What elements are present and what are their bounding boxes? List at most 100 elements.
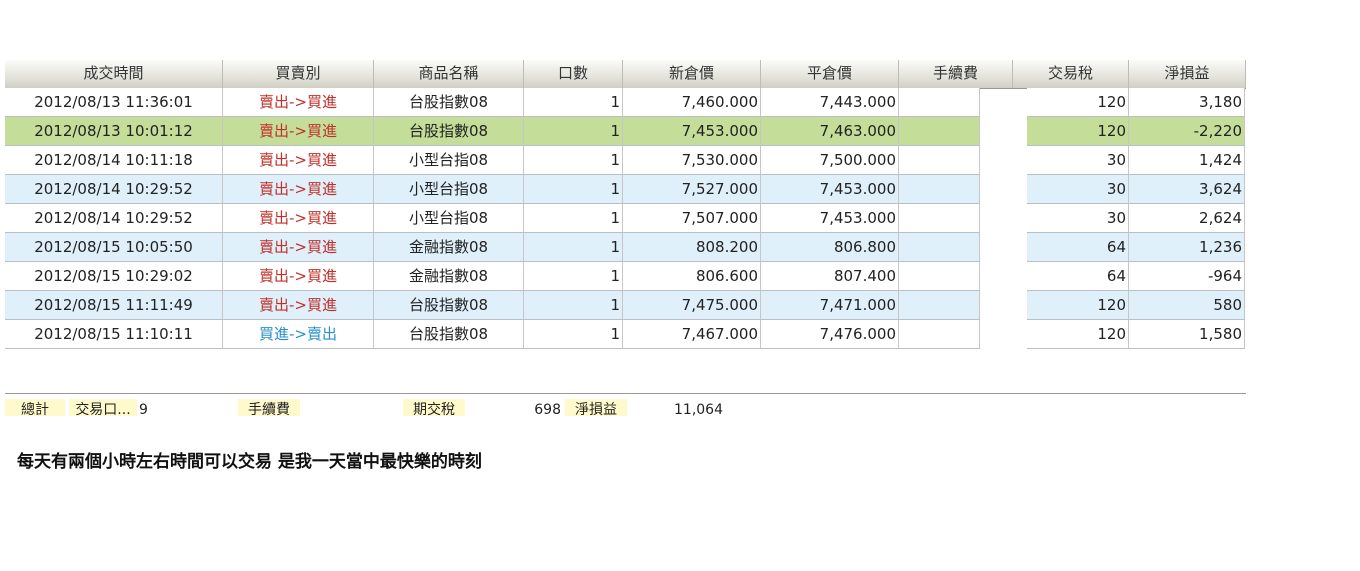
- table-row[interactable]: 2012/08/14 10:11:18 賣出->買進 小型台指08 1 7,530.00…: [5, 146, 1246, 175]
- close-price-cell: 7,463.000: [761, 117, 899, 146]
- tax-cell: 120: [1027, 320, 1129, 349]
- pnl-cell: 1,236: [1129, 233, 1245, 262]
- qty-cell: 1: [524, 291, 623, 320]
- qty-cell: 1: [524, 88, 623, 117]
- header-qty[interactable]: 口數: [524, 60, 623, 88]
- open-price-cell: 808.200: [623, 233, 761, 262]
- product-cell: 金融指數08: [374, 233, 524, 262]
- summary-trade-qty-label: 交易口...: [69, 399, 137, 416]
- product-cell: 台股指數08: [374, 88, 524, 117]
- open-price-cell: 7,527.000: [623, 175, 761, 204]
- side-cell: 賣出->買進: [223, 146, 374, 175]
- fee-cell: [899, 204, 980, 233]
- table-row[interactable]: 2012/08/15 10:05:50 賣出->買進 金融指數08 1 808.200 8…: [5, 233, 1246, 262]
- table-row[interactable]: 2012/08/13 10:01:12 賣出->買進 台股指數08 1 7,453.00…: [5, 117, 1246, 146]
- header-fee[interactable]: 手續費: [899, 60, 1013, 88]
- qty-cell: 1: [524, 117, 623, 146]
- side-cell: 賣出->買進: [223, 117, 374, 146]
- product-cell: 小型台指08: [374, 175, 524, 204]
- pnl-cell: 580: [1129, 291, 1245, 320]
- product-cell: 金融指數08: [374, 262, 524, 291]
- tax-cell: 30: [1027, 146, 1129, 175]
- pnl-cell: 2,624: [1129, 204, 1245, 233]
- pnl-cell: 3,180: [1129, 88, 1245, 117]
- header-pnl[interactable]: 淨損益: [1129, 60, 1246, 88]
- fee-cell: [899, 291, 980, 320]
- qty-cell: 1: [524, 204, 623, 233]
- table-row[interactable]: 2012/08/15 11:10:11 買進->賣出 台股指數08 1 7,467.00…: [5, 320, 1246, 349]
- fee-cell: [899, 88, 980, 117]
- summary-trade-qty-value: 9: [139, 402, 148, 416]
- side-cell: 賣出->買進: [223, 291, 374, 320]
- open-price-cell: 806.600: [623, 262, 761, 291]
- open-price-cell: 7,507.000: [623, 204, 761, 233]
- header-side[interactable]: 買賣別: [223, 60, 374, 88]
- header-product[interactable]: 商品名稱: [374, 60, 524, 88]
- close-price-cell: 7,476.000: [761, 320, 899, 349]
- tax-cell: 30: [1027, 175, 1129, 204]
- summary-pnl-label: 淨損益: [565, 399, 627, 416]
- close-price-cell: 807.400: [761, 262, 899, 291]
- header-trade-time[interactable]: 成交時間: [5, 60, 223, 88]
- summary-tax-label: 期交稅: [403, 399, 465, 416]
- tax-cell: 64: [1027, 262, 1129, 291]
- trade-time-cell: 2012/08/15 10:29:02: [5, 262, 223, 291]
- close-price-cell: 7,471.000: [761, 291, 899, 320]
- side-cell: 賣出->買進: [223, 262, 374, 291]
- side-cell: 賣出->買進: [223, 233, 374, 262]
- qty-cell: 1: [524, 175, 623, 204]
- open-price-cell: 7,530.000: [623, 146, 761, 175]
- header-open-price[interactable]: 新倉價: [623, 60, 761, 88]
- table-row[interactable]: 2012/08/14 10:29:52 賣出->買進 小型台指08 1 7,507.00…: [5, 204, 1246, 233]
- close-price-cell: 7,453.000: [761, 175, 899, 204]
- side-cell: 賣出->買進: [223, 204, 374, 233]
- qty-cell: 1: [524, 320, 623, 349]
- caption-text: 每天有兩個小時左右時間可以交易 是我一天當中最快樂的時刻: [17, 452, 482, 472]
- close-price-cell: 7,500.000: [761, 146, 899, 175]
- side-cell: 買進->賣出: [223, 320, 374, 349]
- trade-time-cell: 2012/08/15 11:11:49: [5, 291, 223, 320]
- trade-time-cell: 2012/08/14 10:29:52: [5, 175, 223, 204]
- table-row[interactable]: 2012/08/15 10:29:02 賣出->買進 金融指數08 1 806.600 8…: [5, 262, 1246, 291]
- header-close-price[interactable]: 平倉價: [761, 60, 899, 88]
- close-price-cell: 7,443.000: [761, 88, 899, 117]
- pnl-cell: -2,220: [1129, 117, 1245, 146]
- close-price-cell: 806.800: [761, 233, 899, 262]
- product-cell: 台股指數08: [374, 291, 524, 320]
- product-cell: 小型台指08: [374, 146, 524, 175]
- qty-cell: 1: [524, 262, 623, 291]
- trade-time-cell: 2012/08/15 10:05:50: [5, 233, 223, 262]
- qty-cell: 1: [524, 233, 623, 262]
- qty-cell: 1: [524, 146, 623, 175]
- fee-cell: [899, 117, 980, 146]
- tax-cell: 120: [1027, 117, 1129, 146]
- pnl-cell: -964: [1129, 262, 1245, 291]
- open-price-cell: 7,453.000: [623, 117, 761, 146]
- summary-pnl-value: 11,064: [674, 402, 723, 416]
- table-row[interactable]: 2012/08/14 10:29:52 賣出->買進 小型台指08 1 7,527.00…: [5, 175, 1246, 204]
- header-tax[interactable]: 交易稅: [1013, 60, 1129, 88]
- summary-fee-label: 手續費: [238, 399, 300, 416]
- table-row[interactable]: 2012/08/13 11:36:01 賣出->買進 台股指數08 1 7,460.00…: [5, 88, 1246, 117]
- open-price-cell: 7,460.000: [623, 88, 761, 117]
- trade-time-cell: 2012/08/14 10:29:52: [5, 204, 223, 233]
- product-cell: 台股指數08: [374, 320, 524, 349]
- side-cell: 賣出->買進: [223, 175, 374, 204]
- grid-header: 成交時間 買賣別 商品名稱 口數 新倉價 平倉價 手續費 交易稅 淨損益: [5, 60, 1246, 89]
- open-price-cell: 7,467.000: [623, 320, 761, 349]
- table-row[interactable]: 2012/08/15 11:11:49 賣出->買進 台股指數08 1 7,475.00…: [5, 291, 1246, 320]
- fee-cell: [899, 233, 980, 262]
- pnl-cell: 1,424: [1129, 146, 1245, 175]
- summary-fee-value: [305, 399, 365, 416]
- summary-bar: 總計 交易口... 9 手續費 期交稅 698 淨損益 11,064: [5, 393, 1246, 416]
- fee-cell: [899, 320, 980, 349]
- fee-cell: [899, 146, 980, 175]
- trade-time-cell: 2012/08/15 11:10:11: [5, 320, 223, 349]
- tax-cell: 30: [1027, 204, 1129, 233]
- close-price-cell: 7,453.000: [761, 204, 899, 233]
- product-cell: 台股指數08: [374, 117, 524, 146]
- summary-total-label: 總計: [5, 399, 65, 416]
- trade-time-cell: 2012/08/13 10:01:12: [5, 117, 223, 146]
- summary-tax-value: 698: [534, 402, 561, 416]
- tax-cell: 120: [1027, 88, 1129, 117]
